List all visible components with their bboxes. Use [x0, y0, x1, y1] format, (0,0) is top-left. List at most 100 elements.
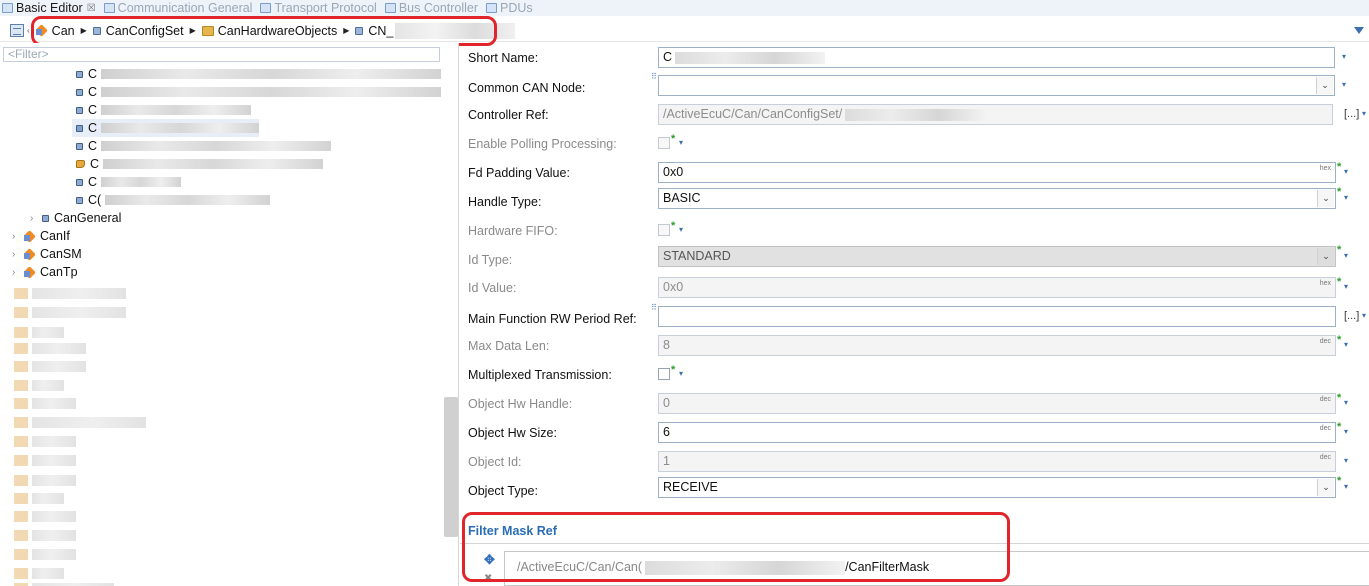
chevron-down-icon[interactable]: ▾	[1362, 311, 1366, 320]
redacted-region	[14, 511, 76, 522]
chevron-down-icon[interactable]: ▾	[1344, 456, 1348, 465]
module-icon	[24, 267, 36, 278]
object-hw-size-input[interactable]: 6 dec	[658, 422, 1336, 443]
field-label: Controller Ref:	[468, 108, 549, 122]
multiplexed-checkbox[interactable]	[658, 368, 670, 380]
tree-filter-input[interactable]: <Filter>	[3, 47, 440, 62]
tree-item[interactable]: C	[76, 65, 442, 83]
highlight-annotation	[462, 512, 1010, 582]
chevron-down-icon[interactable]: ⌄	[1317, 479, 1334, 496]
chevron-down-icon[interactable]: ▾	[1344, 427, 1348, 436]
redacted-region	[14, 288, 126, 299]
view-menu-icon[interactable]	[10, 24, 24, 37]
chevron-down-icon[interactable]: ▾	[1362, 109, 1366, 118]
fd-padding-input[interactable]: 0x0 hex	[658, 162, 1336, 183]
object-hw-handle-input[interactable]: 0 dec	[658, 393, 1336, 414]
tab-label: Communication General	[117, 1, 253, 15]
close-icon[interactable]: ☒	[87, 3, 96, 14]
scrollbar-thumb[interactable]	[444, 397, 458, 537]
redacted-region	[101, 123, 260, 133]
row-fd-padding: Fd Padding Value: 0x0 hex * ▾	[460, 162, 1369, 184]
object-id-input[interactable]: 1 dec	[658, 451, 1336, 472]
row-object-hw-size: Object Hw Size: 6 dec * ▾	[460, 422, 1369, 444]
tree-item[interactable]: C	[76, 101, 252, 119]
short-name-input[interactable]: C	[658, 47, 1335, 68]
chevron-down-icon[interactable]: ▾	[1344, 193, 1348, 202]
tree-item[interactable]: C	[76, 137, 332, 155]
chevron-down-icon[interactable]: ▾	[679, 138, 683, 147]
redacted-region	[14, 568, 64, 579]
chevron-down-icon[interactable]: ▾	[1344, 340, 1348, 349]
chevron-down-icon[interactable]: ⌄	[1317, 190, 1334, 207]
field-label: Short Name:	[468, 51, 539, 65]
handle-type-select[interactable]: BASIC ⌄	[658, 188, 1336, 209]
tab-transport-protocol[interactable]: Transport Protocol	[258, 0, 382, 16]
container-icon	[76, 88, 83, 96]
required-star-icon: *	[1337, 421, 1342, 433]
expand-icon[interactable]: ›	[12, 231, 24, 242]
row-enable-polling: Enable Polling Processing: * ▾	[460, 133, 1369, 155]
max-data-len-input[interactable]: 8 dec	[658, 335, 1336, 356]
row-handle-type: Handle Type: BASIC ⌄ * ▾	[460, 187, 1369, 210]
object-type-select[interactable]: RECEIVE ⌄	[658, 477, 1336, 498]
main-function-rw-input[interactable]	[658, 306, 1336, 327]
tree-item-selected[interactable]: C	[72, 119, 260, 137]
enable-polling-checkbox[interactable]	[658, 137, 670, 149]
chevron-down-icon[interactable]: ⌄	[1317, 248, 1334, 265]
tree-item-cantp[interactable]: › CanTp	[12, 263, 78, 281]
chevron-left-icon[interactable]: ‹	[27, 26, 30, 35]
browse-button[interactable]: [...]	[1344, 108, 1359, 120]
redacted-region	[14, 549, 76, 560]
browse-button[interactable]: [...]	[1344, 310, 1359, 322]
chevron-down-icon[interactable]: ▾	[1344, 167, 1348, 176]
id-type-select[interactable]: STANDARD ⌄	[658, 246, 1336, 267]
chevron-down-icon[interactable]: ⌄	[1316, 77, 1333, 94]
expand-icon[interactable]: ›	[12, 249, 24, 260]
tree-item-cangeneral[interactable]: › CanGeneral	[30, 209, 121, 227]
tree-item[interactable]: C	[76, 173, 182, 191]
tree-item[interactable]: C	[76, 155, 324, 173]
field-label: Id Type:	[468, 253, 513, 267]
redacted-region	[101, 105, 252, 115]
hardware-fifo-checkbox[interactable]	[658, 224, 670, 236]
chevron-down-icon[interactable]: ▾	[1344, 282, 1348, 291]
chevron-down-icon[interactable]: ▾	[1342, 80, 1346, 89]
tab-basic-editor[interactable]: Basic Editor ☒	[0, 0, 102, 16]
redacted-region	[101, 141, 332, 151]
field-label: Object Type:	[468, 484, 538, 498]
expand-icon[interactable]: ›	[30, 213, 42, 224]
id-value-input[interactable]: 0x0 hex	[658, 277, 1336, 298]
required-star-icon: *	[1337, 161, 1342, 173]
tree-item-cansm[interactable]: › CanSM	[12, 245, 82, 263]
tree-item-label: C	[88, 103, 98, 117]
chevron-down-icon[interactable]: ▾	[679, 369, 683, 378]
common-can-node-select[interactable]: ⌄	[658, 75, 1335, 96]
tree-item-canif[interactable]: › CanIf	[12, 227, 70, 245]
tree-item[interactable]: C	[76, 83, 442, 101]
container-icon	[76, 196, 83, 204]
chevron-down-icon[interactable]: ▾	[679, 225, 683, 234]
tab-label: PDUs	[500, 1, 533, 15]
tab-bus-controller[interactable]: Bus Controller	[383, 0, 484, 16]
tree-item[interactable]: C(	[76, 191, 271, 209]
link-icon: ⠿	[651, 303, 657, 312]
row-multiplexed: Multiplexed Transmission: * ▾	[460, 364, 1369, 386]
tree-item-label: CanTp	[40, 265, 78, 279]
tab-communication-general[interactable]: Communication General	[102, 0, 259, 16]
chevron-down-icon[interactable]: ▾	[1344, 251, 1348, 260]
redacted-region	[14, 307, 126, 318]
filter-icon[interactable]	[1354, 27, 1364, 34]
controller-ref-input[interactable]: /ActiveEcuC/Can/CanConfigSet/	[658, 104, 1333, 125]
field-label: Object Id:	[468, 455, 522, 469]
redacted-region	[101, 69, 442, 79]
chevron-down-icon[interactable]: ▾	[1344, 482, 1348, 491]
expand-icon[interactable]: ›	[12, 267, 24, 278]
tab-pdus[interactable]: PDUs	[484, 0, 539, 16]
chevron-down-icon[interactable]: ▾	[1344, 398, 1348, 407]
required-star-icon: *	[1337, 244, 1342, 256]
chevron-down-icon[interactable]: ▾	[1342, 52, 1346, 61]
field-label: Common CAN Node:	[468, 81, 586, 95]
field-label: Object Hw Handle:	[468, 397, 573, 411]
row-short-name: Short Name: C ▾	[460, 47, 1369, 69]
redacted-region	[14, 475, 76, 486]
